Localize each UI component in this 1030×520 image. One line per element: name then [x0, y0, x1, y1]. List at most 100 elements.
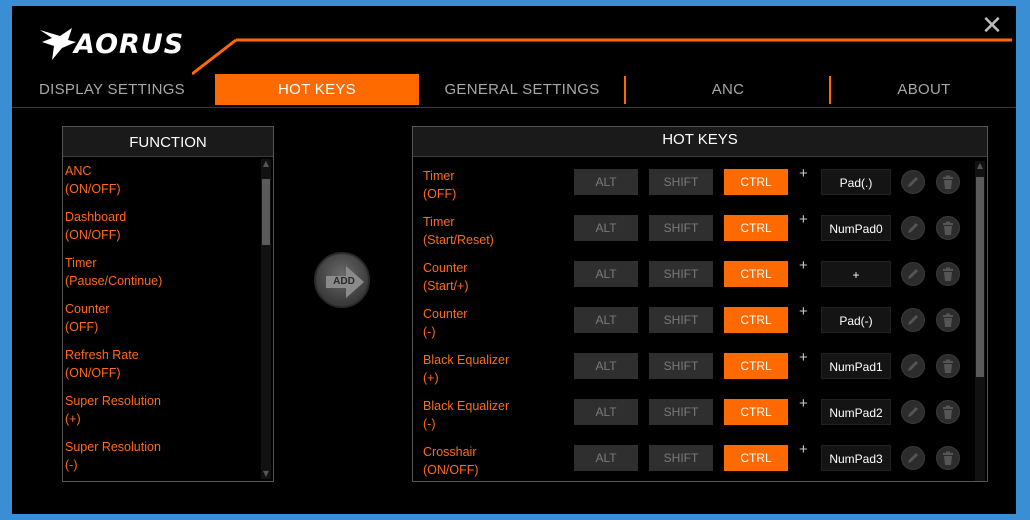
ctrl-toggle[interactable]: CTRL — [724, 169, 788, 195]
pencil-icon — [908, 315, 918, 325]
hotkey-row[interactable]: Black Equalizer (+) ALT SHIFT CTRL + NumPad1 — [413, 343, 973, 389]
hotkey-function-name: Counter — [423, 261, 468, 275]
hotkey-key-field[interactable]: Pad(-) — [821, 307, 891, 333]
pencil-icon — [908, 177, 918, 187]
hotkey-row[interactable]: Crosshair (ON/OFF) ALT SHIFT CTRL + NumPad3 — [413, 435, 973, 481]
eagle-logo-icon — [40, 28, 76, 60]
tab-about[interactable]: ABOUT — [832, 74, 1016, 105]
scroll-down-icon[interactable]: ▼ — [261, 469, 271, 479]
delete-button[interactable] — [936, 216, 960, 240]
function-panel: FUNCTION ANC (ON/OFF) Dashboard (ON/OFF)… — [62, 126, 274, 482]
ctrl-toggle[interactable]: CTRL — [724, 261, 788, 287]
ctrl-toggle[interactable]: CTRL — [724, 445, 788, 471]
hotkey-row[interactable]: Timer (Start/Reset) ALT SHIFT CTRL + NumPad0 — [413, 205, 973, 251]
function-item-name: Super Resolution — [65, 440, 161, 454]
edit-button[interactable] — [901, 262, 925, 286]
plus-sign: + — [799, 395, 808, 412]
alt-toggle[interactable]: ALT — [574, 261, 638, 287]
scroll-up-icon[interactable]: ▲ — [975, 161, 985, 171]
trash-icon — [943, 405, 953, 419]
function-item-refresh-rate[interactable]: Refresh Rate (ON/OFF) — [63, 341, 259, 387]
alt-toggle[interactable]: ALT — [574, 399, 638, 425]
function-item-detail: (OFF) — [65, 320, 99, 334]
ctrl-toggle[interactable]: CTRL — [724, 215, 788, 241]
function-item-super-resolution-plus[interactable]: Super Resolution (+) — [63, 387, 259, 433]
delete-button[interactable] — [936, 400, 960, 424]
alt-toggle[interactable]: ALT — [574, 215, 638, 241]
pencil-icon — [908, 453, 918, 463]
alt-toggle[interactable]: ALT — [574, 307, 638, 333]
edit-button[interactable] — [901, 354, 925, 378]
hotkey-key-field[interactable]: + — [821, 261, 891, 287]
alt-toggle[interactable]: ALT — [574, 353, 638, 379]
function-scrollbar[interactable]: ▲ ▼ — [261, 159, 271, 479]
shift-toggle[interactable]: SHIFT — [649, 307, 713, 333]
function-item-detail: (-) — [65, 458, 78, 472]
delete-button[interactable] — [936, 308, 960, 332]
plus-sign: + — [799, 441, 808, 458]
add-button[interactable]: ADD — [314, 252, 370, 308]
edit-button[interactable] — [901, 446, 925, 470]
scrollbar-thumb[interactable] — [976, 177, 984, 377]
shift-toggle[interactable]: SHIFT — [649, 261, 713, 287]
function-item-super-resolution-minus[interactable]: Super Resolution (-) — [63, 433, 259, 479]
shift-toggle[interactable]: SHIFT — [649, 169, 713, 195]
close-button[interactable]: ✕ — [978, 12, 1006, 40]
scrollbar-thumb[interactable] — [262, 179, 270, 245]
function-item-dashboard[interactable]: Dashboard (ON/OFF) — [63, 203, 259, 249]
hotkey-function-name: Timer — [423, 215, 455, 229]
scroll-up-icon[interactable]: ▲ — [261, 159, 271, 169]
hotkey-key-field[interactable]: NumPad0 — [821, 215, 891, 241]
delete-button[interactable] — [936, 262, 960, 286]
alt-toggle[interactable]: ALT — [574, 169, 638, 195]
pencil-icon — [908, 223, 918, 233]
edit-button[interactable] — [901, 308, 925, 332]
delete-button[interactable] — [936, 170, 960, 194]
edit-button[interactable] — [901, 170, 925, 194]
function-item-counter[interactable]: Counter (OFF) — [63, 295, 259, 341]
hotkey-key-field[interactable]: NumPad2 — [821, 399, 891, 425]
hotkey-row[interactable]: Timer (OFF) ALT SHIFT CTRL + Pad(.) — [413, 159, 973, 205]
hotkey-row[interactable]: Counter (Start/+) ALT SHIFT CTRL + + — [413, 251, 973, 297]
shift-toggle[interactable]: SHIFT — [649, 353, 713, 379]
ctrl-toggle[interactable]: CTRL — [724, 307, 788, 333]
delete-button[interactable] — [936, 354, 960, 378]
hotkey-key-field[interactable]: NumPad3 — [821, 445, 891, 471]
hotkeys-scrollbar[interactable]: ▲ — [975, 161, 985, 481]
pencil-icon — [908, 269, 918, 279]
tab-hot-keys[interactable]: HOT KEYS — [215, 74, 419, 105]
delete-button[interactable] — [936, 446, 960, 470]
shift-toggle[interactable]: SHIFT — [649, 215, 713, 241]
shift-toggle[interactable]: SHIFT — [649, 445, 713, 471]
hotkey-key-field[interactable]: NumPad1 — [821, 353, 891, 379]
ctrl-toggle[interactable]: CTRL — [724, 399, 788, 425]
hotkeys-panel-title: HOT KEYS — [413, 127, 987, 157]
tab-display-settings[interactable]: DISPLAY SETTINGS — [12, 74, 212, 105]
hotkey-row[interactable]: Counter (-) ALT SHIFT CTRL + Pad(-) — [413, 297, 973, 343]
function-item-name: Super Resolution — [65, 394, 161, 408]
hotkey-function: Black Equalizer (+) — [423, 351, 509, 387]
hotkey-row[interactable]: Black Equalizer (-) ALT SHIFT CTRL + NumPad2 — [413, 389, 973, 435]
function-item-timer[interactable]: Timer (Pause/Continue) — [63, 249, 259, 295]
hotkey-function-detail: (Start/+) — [423, 279, 469, 293]
trash-icon — [943, 451, 953, 465]
plus-sign: + — [799, 303, 808, 320]
function-item-anc[interactable]: ANC (ON/OFF) — [63, 157, 259, 203]
hotkey-function-detail: (+) — [423, 371, 439, 385]
hotkey-function: Timer (OFF) — [423, 167, 456, 203]
tab-separator — [829, 76, 831, 104]
alt-toggle[interactable]: ALT — [574, 445, 638, 471]
ctrl-toggle[interactable]: CTRL — [724, 353, 788, 379]
plus-sign: + — [799, 349, 808, 366]
edit-button[interactable] — [901, 216, 925, 240]
header-accent-line — [192, 38, 1012, 76]
tab-general-settings[interactable]: GENERAL SETTINGS — [422, 74, 622, 105]
function-item-detail: (ON/OFF) — [65, 182, 121, 196]
hotkey-key-field[interactable]: Pad(.) — [821, 169, 891, 195]
tab-anc[interactable]: ANC — [628, 74, 828, 105]
edit-button[interactable] — [901, 400, 925, 424]
function-panel-title: FUNCTION — [63, 127, 273, 157]
hotkey-function-detail: (-) — [423, 325, 436, 339]
hotkey-function-name: Counter — [423, 307, 468, 321]
shift-toggle[interactable]: SHIFT — [649, 399, 713, 425]
